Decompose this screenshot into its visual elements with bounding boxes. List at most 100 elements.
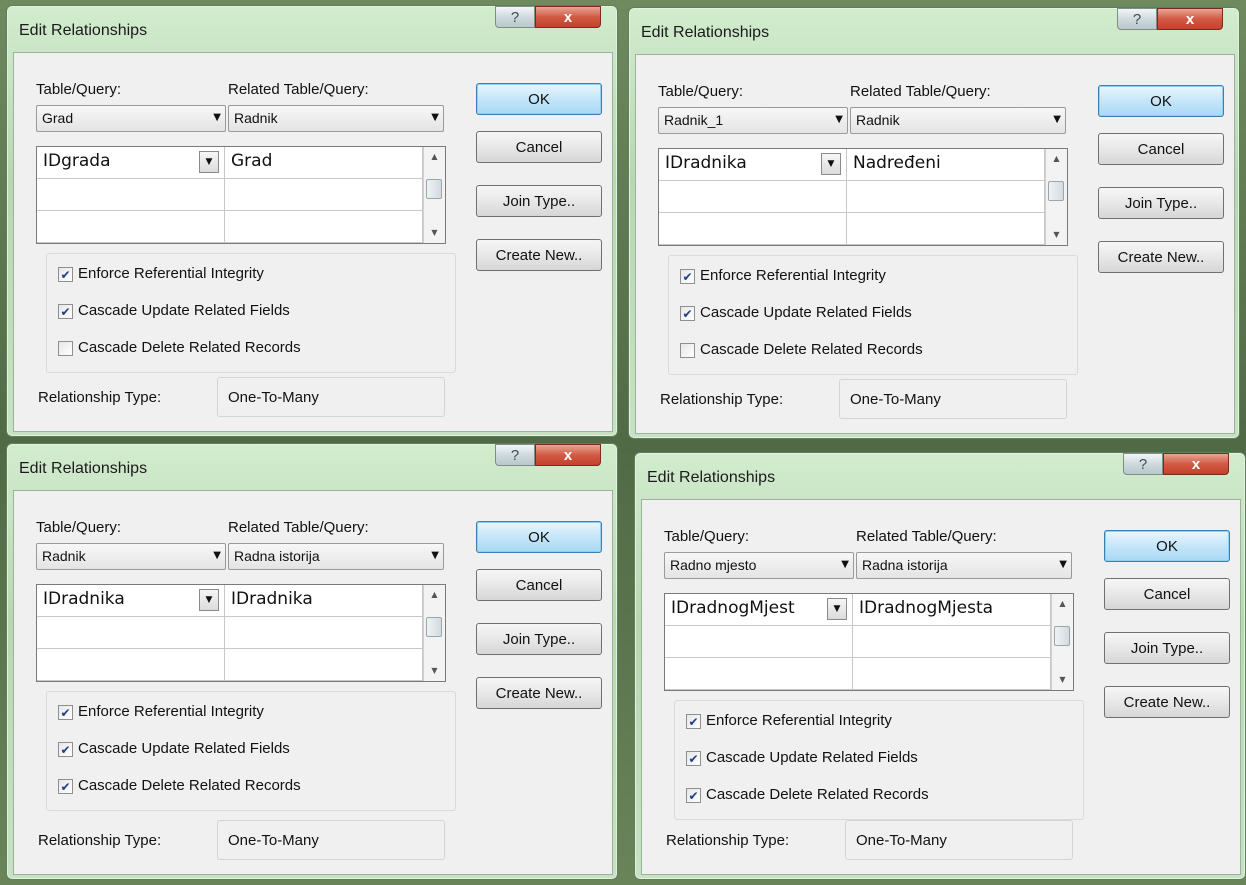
grid-field-dropdown[interactable]: ▼: [821, 153, 841, 175]
close-button[interactable]: x: [1163, 453, 1229, 475]
cancel-button[interactable]: Cancel: [476, 569, 602, 601]
close-button[interactable]: x: [1157, 8, 1223, 30]
create-new-button[interactable]: Create New..: [1104, 686, 1230, 718]
scroll-thumb[interactable]: [1048, 181, 1064, 201]
grid-cell[interactable]: Grad: [225, 147, 423, 179]
help-button[interactable]: ?: [495, 444, 535, 466]
cancel-button[interactable]: Cancel: [1104, 578, 1230, 610]
table-query-select[interactable]: Radnik ▼: [36, 543, 226, 570]
cascade-update-related-fields-checkbox[interactable]: ✔: [686, 751, 701, 766]
cascade-delete-related-records-label[interactable]: Cascade Delete Related Records: [78, 777, 301, 794]
related-table-query-select[interactable]: Radnik ▼: [228, 105, 444, 132]
grid-cell[interactable]: [37, 649, 225, 681]
scroll-up-icon[interactable]: ▲: [424, 585, 445, 603]
grid-cell[interactable]: IDradnika: [225, 585, 423, 617]
close-button[interactable]: x: [535, 444, 601, 466]
scroll-down-icon[interactable]: ▼: [1046, 225, 1067, 243]
scroll-down-icon[interactable]: ▼: [1052, 670, 1073, 688]
grid-cell[interactable]: IDradnika ▼: [659, 149, 847, 181]
enforce-referential-integrity-label[interactable]: Enforce Referential Integrity: [700, 267, 886, 284]
close-button[interactable]: x: [535, 6, 601, 28]
related-table-query-select[interactable]: Radna istorija ▼: [228, 543, 444, 570]
grid-cell[interactable]: [37, 617, 225, 649]
cancel-button[interactable]: Cancel: [476, 131, 602, 163]
cascade-delete-related-records-label[interactable]: Cascade Delete Related Records: [78, 339, 301, 356]
cascade-delete-related-records-checkbox[interactable]: [58, 341, 73, 356]
field-mapping-grid[interactable]: IDgrada ▼ Grad ▲ ▼: [36, 146, 446, 244]
join-type-button[interactable]: Join Type..: [476, 185, 602, 217]
cascade-delete-related-records-checkbox[interactable]: [680, 343, 695, 358]
grid-cell[interactable]: [659, 213, 847, 245]
grid-cell[interactable]: [665, 658, 853, 690]
grid-cell[interactable]: [225, 617, 423, 649]
grid-field-dropdown[interactable]: ▼: [827, 598, 847, 620]
grid-cell[interactable]: IDradnika ▼: [37, 585, 225, 617]
cascade-update-related-fields-label[interactable]: Cascade Update Related Fields: [78, 302, 290, 319]
scroll-thumb[interactable]: [1054, 626, 1070, 646]
create-new-button[interactable]: Create New..: [476, 239, 602, 271]
cascade-delete-related-records-label[interactable]: Cascade Delete Related Records: [706, 786, 929, 803]
grid-scrollbar[interactable]: ▲ ▼: [1045, 149, 1067, 245]
help-button[interactable]: ?: [1117, 8, 1157, 30]
ok-button[interactable]: OK: [476, 83, 602, 115]
related-table-query-select[interactable]: Radnik ▼: [850, 107, 1066, 134]
help-button[interactable]: ?: [1123, 453, 1163, 475]
grid-cell[interactable]: IDradnogMjest ▼: [665, 594, 853, 626]
cascade-delete-related-records-checkbox[interactable]: ✔: [686, 788, 701, 803]
ok-button[interactable]: OK: [1104, 530, 1230, 562]
enforce-referential-integrity-checkbox[interactable]: ✔: [686, 714, 701, 729]
enforce-referential-integrity-checkbox[interactable]: ✔: [58, 267, 73, 282]
grid-cell[interactable]: [853, 658, 1051, 690]
table-query-select[interactable]: Radnik_1 ▼: [658, 107, 848, 134]
grid-scrollbar[interactable]: ▲ ▼: [1051, 594, 1073, 690]
scroll-up-icon[interactable]: ▲: [1046, 149, 1067, 167]
scroll-down-icon[interactable]: ▼: [424, 661, 445, 679]
cascade-delete-related-records-checkbox[interactable]: ✔: [58, 779, 73, 794]
cascade-update-related-fields-label[interactable]: Cascade Update Related Fields: [706, 749, 918, 766]
grid-scrollbar[interactable]: ▲ ▼: [423, 585, 445, 681]
field-mapping-grid[interactable]: IDradnogMjest ▼ IDradnogMjesta ▲ ▼: [664, 593, 1074, 691]
grid-cell[interactable]: IDgrada ▼: [37, 147, 225, 179]
ok-button[interactable]: OK: [476, 521, 602, 553]
grid-cell[interactable]: [37, 179, 225, 211]
grid-field-dropdown[interactable]: ▼: [199, 589, 219, 611]
join-type-button[interactable]: Join Type..: [476, 623, 602, 655]
field-mapping-grid[interactable]: IDradnika ▼ Nadređeni ▲ ▼: [658, 148, 1068, 246]
grid-cell[interactable]: [225, 649, 423, 681]
cancel-button[interactable]: Cancel: [1098, 133, 1224, 165]
grid-cell[interactable]: [225, 179, 423, 211]
related-table-query-select[interactable]: Radna istorija ▼: [856, 552, 1072, 579]
grid-cell[interactable]: [847, 181, 1045, 213]
cascade-delete-related-records-label[interactable]: Cascade Delete Related Records: [700, 341, 923, 358]
grid-cell[interactable]: Nadređeni: [847, 149, 1045, 181]
cascade-update-related-fields-checkbox[interactable]: ✔: [680, 306, 695, 321]
grid-cell[interactable]: [665, 626, 853, 658]
enforce-referential-integrity-label[interactable]: Enforce Referential Integrity: [78, 265, 264, 282]
cascade-update-related-fields-label[interactable]: Cascade Update Related Fields: [700, 304, 912, 321]
ok-button[interactable]: OK: [1098, 85, 1224, 117]
cascade-update-related-fields-checkbox[interactable]: ✔: [58, 742, 73, 757]
scroll-thumb[interactable]: [426, 617, 442, 637]
grid-cell[interactable]: [847, 213, 1045, 245]
enforce-referential-integrity-checkbox[interactable]: ✔: [680, 269, 695, 284]
scroll-up-icon[interactable]: ▲: [424, 147, 445, 165]
grid-cell[interactable]: [853, 626, 1051, 658]
table-query-select[interactable]: Radno mjesto ▼: [664, 552, 854, 579]
cascade-update-related-fields-checkbox[interactable]: ✔: [58, 304, 73, 319]
grid-cell[interactable]: IDradnogMjesta: [853, 594, 1051, 626]
grid-field-dropdown[interactable]: ▼: [199, 151, 219, 173]
scroll-thumb[interactable]: [426, 179, 442, 199]
create-new-button[interactable]: Create New..: [1098, 241, 1224, 273]
enforce-referential-integrity-checkbox[interactable]: ✔: [58, 705, 73, 720]
scroll-down-icon[interactable]: ▼: [424, 223, 445, 241]
grid-cell[interactable]: [37, 211, 225, 243]
enforce-referential-integrity-label[interactable]: Enforce Referential Integrity: [78, 703, 264, 720]
create-new-button[interactable]: Create New..: [476, 677, 602, 709]
join-type-button[interactable]: Join Type..: [1104, 632, 1230, 664]
table-query-select[interactable]: Grad ▼: [36, 105, 226, 132]
cascade-update-related-fields-label[interactable]: Cascade Update Related Fields: [78, 740, 290, 757]
grid-cell[interactable]: [659, 181, 847, 213]
grid-cell[interactable]: [225, 211, 423, 243]
enforce-referential-integrity-label[interactable]: Enforce Referential Integrity: [706, 712, 892, 729]
scroll-up-icon[interactable]: ▲: [1052, 594, 1073, 612]
